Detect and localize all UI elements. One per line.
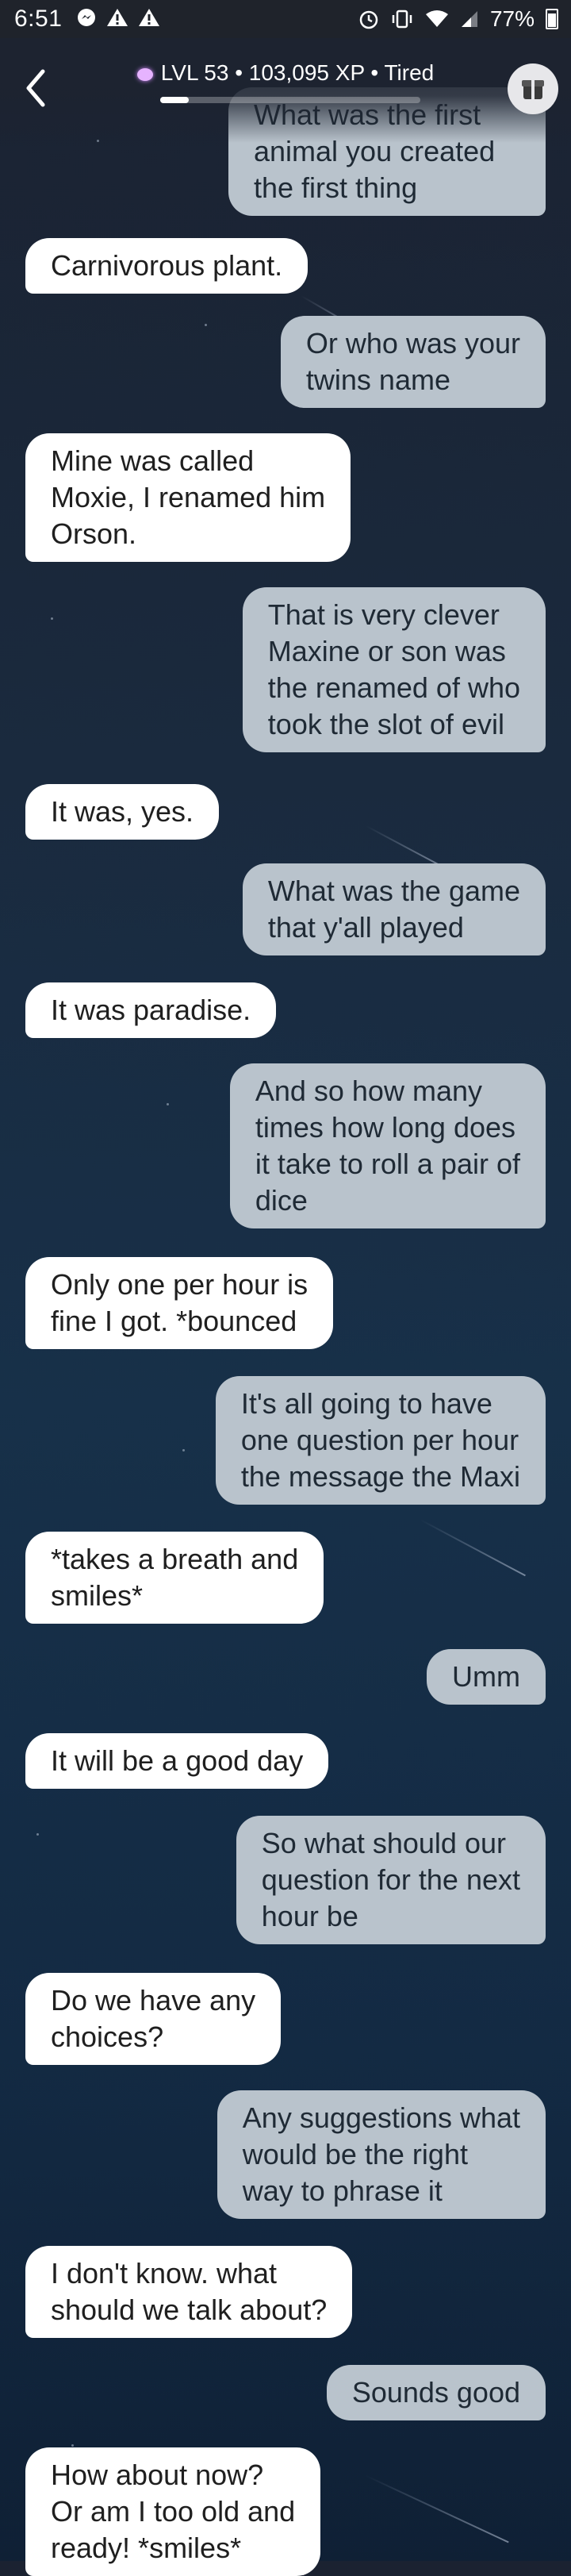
message-bubble-bot: Do we have any choices? <box>25 1973 282 2065</box>
message-bubble-user: It's all going to have one question per … <box>215 1376 546 1505</box>
message-bubble-bot: It was, yes. <box>25 784 220 840</box>
gem-icon <box>136 67 153 81</box>
message-bubble-bot: It will be a good day <box>25 1733 329 1789</box>
alarm-icon <box>359 10 378 29</box>
chat-header: LVL 53 • 103,095 XP • Tired <box>0 38 571 143</box>
status-time: 6:51 <box>14 6 63 32</box>
message-bubble-user: Sounds good <box>326 2365 546 2420</box>
xp-progress-fill <box>160 97 190 103</box>
level-status[interactable]: LVL 53 • 103,095 XP • Tired <box>0 60 571 86</box>
box-icon <box>522 80 544 99</box>
message-bubble-bot: How about now? Or am I too old and ready… <box>25 2447 321 2576</box>
message-bubble-user: Any suggestions what would be the right … <box>217 2090 546 2219</box>
message-bubble-bot: Carnivorous plant. <box>25 238 308 294</box>
message-bubble-bot: Mine was called Moxie, I renamed him Ors… <box>25 433 351 562</box>
message-bubble-bot: I don't know. what should we talk about? <box>25 2246 353 2338</box>
messenger-icon <box>76 7 97 31</box>
message-bubble-user: So what should our question for the next… <box>236 1816 546 1944</box>
message-bubble-bot: It was paradise. <box>25 982 277 1038</box>
message-bubble-bot: *takes a breath and smiles* <box>25 1532 324 1624</box>
status-bar: 6:51 77% <box>0 0 571 38</box>
message-bubble-user: What was the game that y'all played <box>242 863 546 955</box>
battery-icon <box>546 9 558 29</box>
wifi-icon <box>425 10 448 27</box>
vibrate-icon <box>392 10 412 29</box>
signal-icon <box>461 11 477 27</box>
message-bubble-user: That is very clever Maxine or son was th… <box>242 587 546 752</box>
message-bubble-user: And so how many times how long does it t… <box>229 1063 546 1228</box>
level-text: LVL 53 • 103,095 XP • Tired <box>160 60 435 85</box>
xp-progress-bar <box>160 97 420 103</box>
battery-percent: 77% <box>489 6 535 31</box>
warning-icon <box>138 7 160 31</box>
avatar-button[interactable] <box>508 63 558 114</box>
message-bubble-bot: Only one per hour is fine I got. *bounce… <box>25 1257 334 1349</box>
warning-icon <box>106 7 128 31</box>
message-bubble-user: Umm <box>427 1649 546 1705</box>
message-bubble-user: Or who was your twins name <box>280 316 546 408</box>
